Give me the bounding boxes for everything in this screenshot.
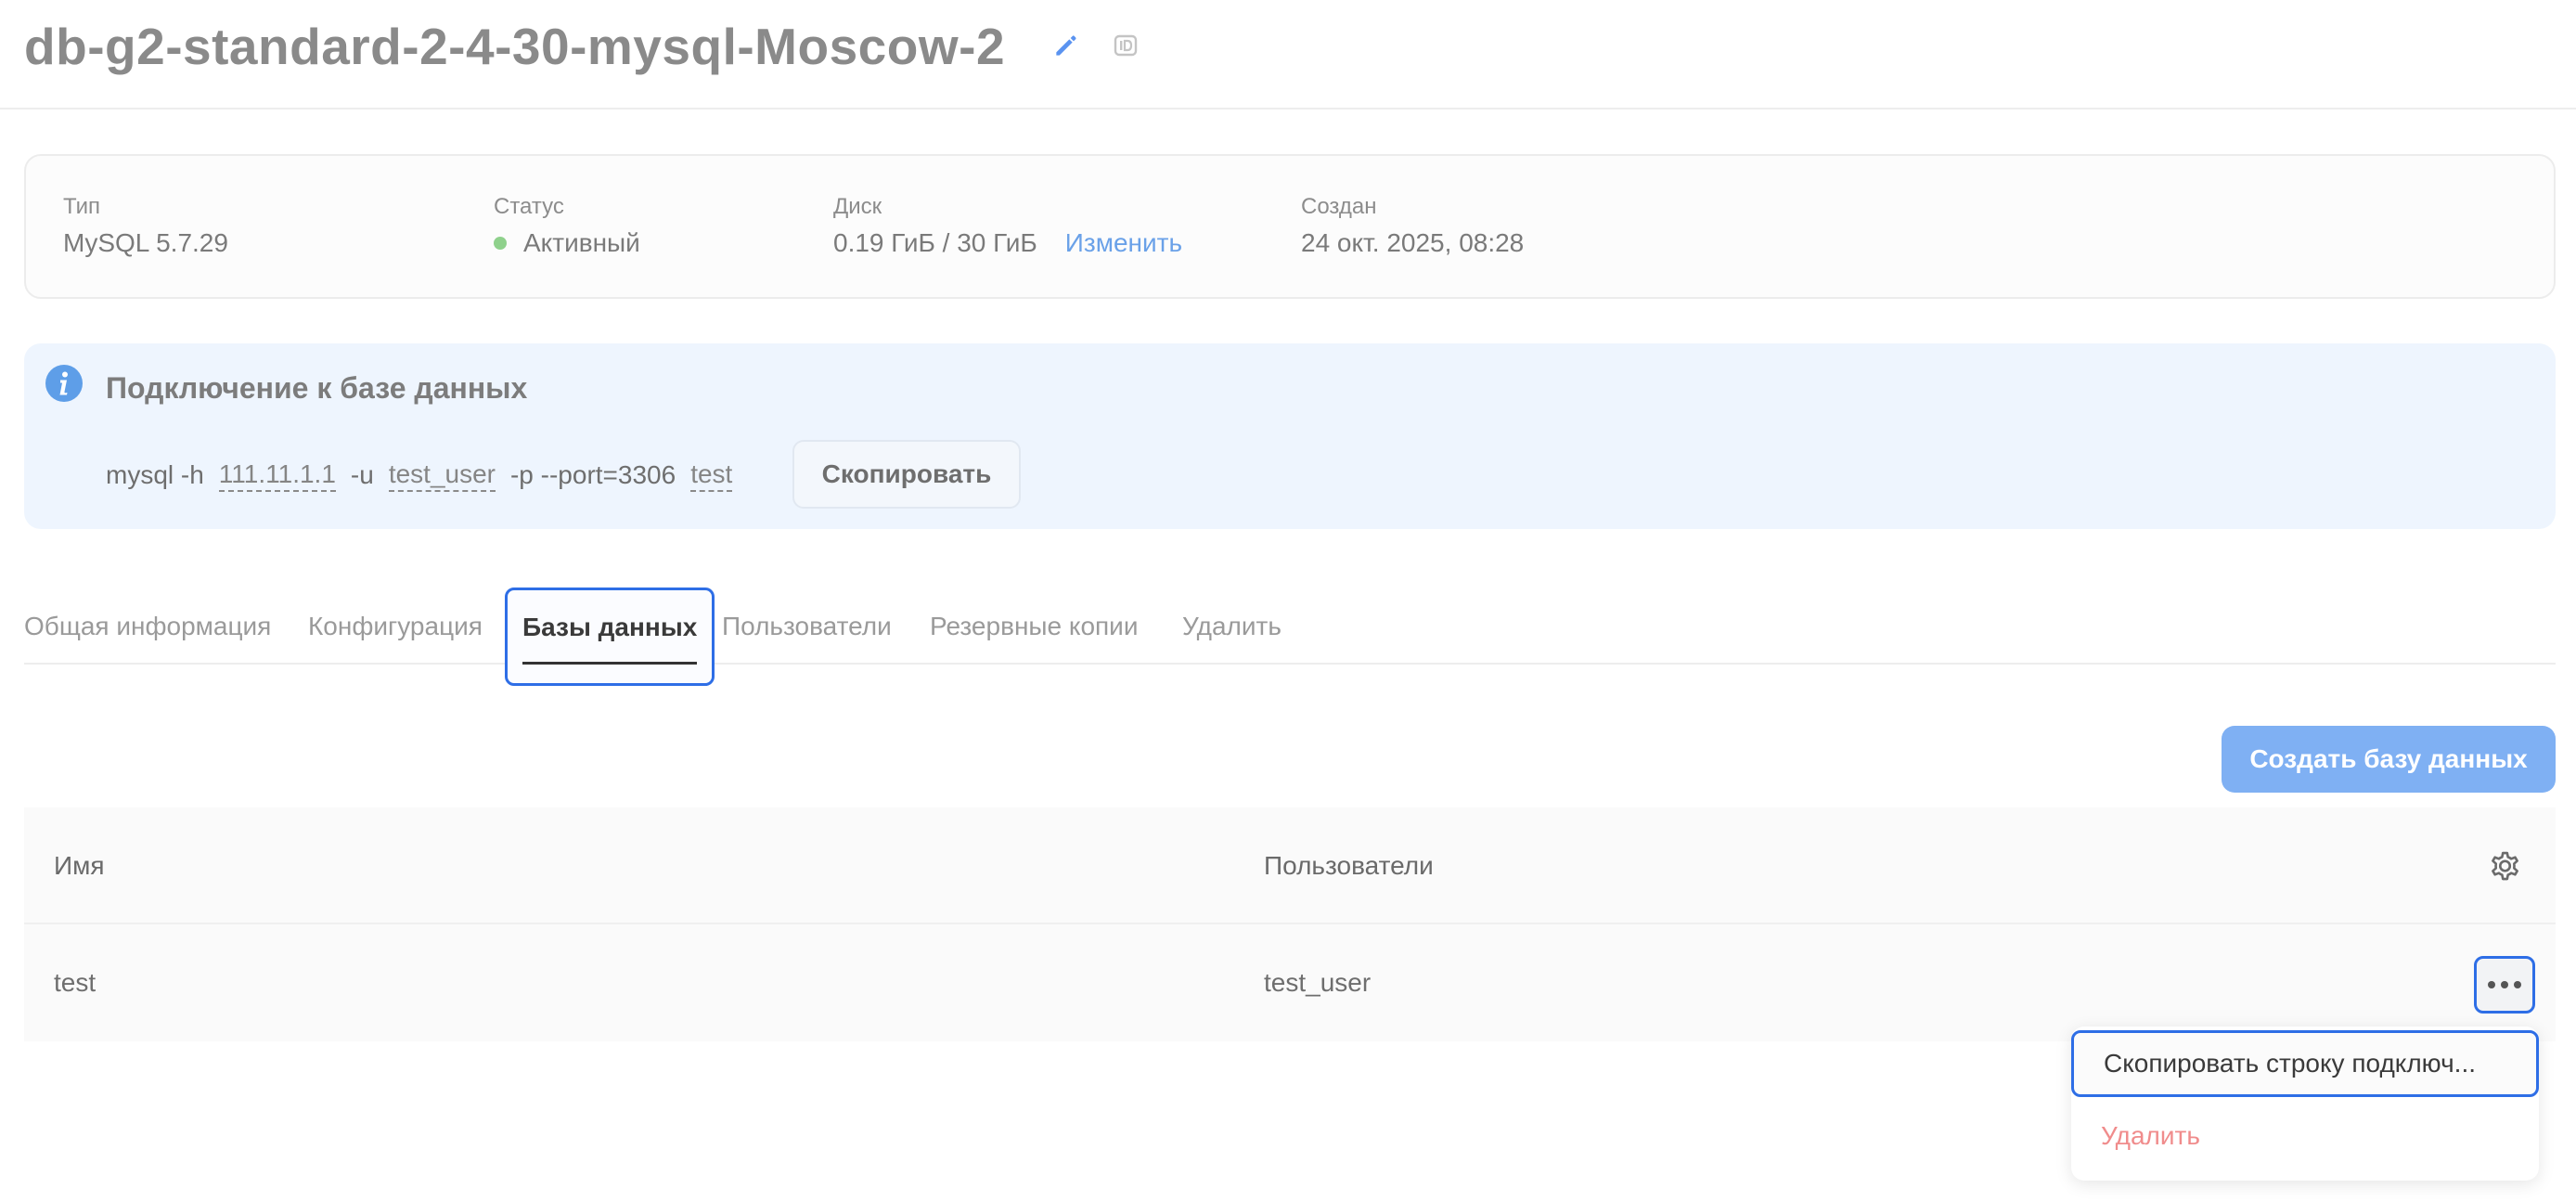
active-tab-underline	[522, 662, 698, 665]
menu-copy-connection-string[interactable]: Скопировать строку подключ...	[2071, 1030, 2539, 1097]
column-users-header[interactable]: Пользователи	[1264, 847, 1434, 885]
cmd-user[interactable]: test_user	[388, 458, 496, 492]
cmd-prefix: mysql -h	[106, 460, 204, 489]
cmd-host[interactable]: 111.11.1.1	[218, 458, 336, 492]
id-icon[interactable]	[1114, 33, 1138, 58]
row-database-name: test	[54, 968, 97, 997]
status-label: Статус	[494, 194, 564, 219]
tab-delete[interactable]: Удалить	[1182, 588, 1282, 665]
created-info: Создан 24 окт. 2025, 08:28	[1301, 193, 1524, 262]
database-details-page: db-g2-standard-2-4-30-mysql-Moscow-2 Тип…	[0, 0, 2576, 1201]
tab-databases[interactable]: Базы данных	[505, 588, 715, 686]
info-icon	[45, 365, 83, 402]
column-name-header[interactable]: Имя	[54, 847, 105, 885]
connection-title: Подключение к базе данных	[106, 371, 528, 405]
tab-configuration[interactable]: Конфигурация	[308, 588, 483, 665]
copy-connection-button[interactable]: Скопировать	[792, 440, 1021, 509]
type-value: MySQL 5.7.29	[63, 228, 228, 257]
created-label: Создан	[1301, 194, 1377, 219]
tab-backups[interactable]: Резервные копии	[930, 588, 1138, 665]
cmd-user-flag: -u	[350, 460, 374, 489]
table-row[interactable]: test test_user	[24, 924, 2556, 1041]
gear-icon[interactable]	[2485, 846, 2524, 885]
disk-value: 0.19 ГиБ / 30 ГиБ	[833, 228, 1037, 257]
cmd-port: -p --port=3306	[509, 460, 676, 489]
tab-users[interactable]: Пользователи	[722, 588, 892, 665]
page-header: db-g2-standard-2-4-30-mysql-Moscow-2	[0, 0, 2576, 110]
tabs-bar: Общая информация Конфигурация Базы данны…	[24, 588, 2556, 686]
connection-command: mysql -h 111.11.1.1 -u test_user -p --po…	[106, 453, 747, 497]
status-info: Статус Активный	[494, 193, 640, 262]
tab-general-info[interactable]: Общая информация	[24, 588, 271, 665]
table-header: Имя Пользователи	[24, 807, 2556, 924]
create-database-button[interactable]: Создать базу данных	[2222, 726, 2556, 793]
disk-change-link[interactable]: Изменить	[1065, 225, 1182, 262]
type-info: Тип MySQL 5.7.29	[63, 193, 228, 262]
more-dots-icon[interactable]	[2474, 956, 2535, 1014]
menu-delete[interactable]: Удалить	[2071, 1103, 2539, 1169]
disk-label: Диск	[833, 194, 882, 219]
pencil-icon[interactable]	[1051, 31, 1081, 60]
cmd-database[interactable]: test	[690, 458, 733, 492]
row-actions-menu: Скопировать строку подключ... Удалить	[2071, 1027, 2539, 1181]
created-value: 24 окт. 2025, 08:28	[1301, 228, 1525, 257]
connection-panel: Подключение к базе данных mysql -h 111.1…	[24, 343, 2556, 529]
page-title: db-g2-standard-2-4-30-mysql-Moscow-2	[24, 18, 1006, 75]
status-value: Активный	[523, 228, 640, 257]
disk-info: Диск 0.19 ГиБ / 30 ГиБ Изменить	[833, 193, 1182, 262]
status-dot	[494, 237, 507, 250]
row-database-users: test_user	[1264, 968, 1372, 997]
instance-info-card: Тип MySQL 5.7.29 Статус Активный Диск 0.…	[24, 154, 2556, 299]
type-label: Тип	[63, 194, 101, 219]
